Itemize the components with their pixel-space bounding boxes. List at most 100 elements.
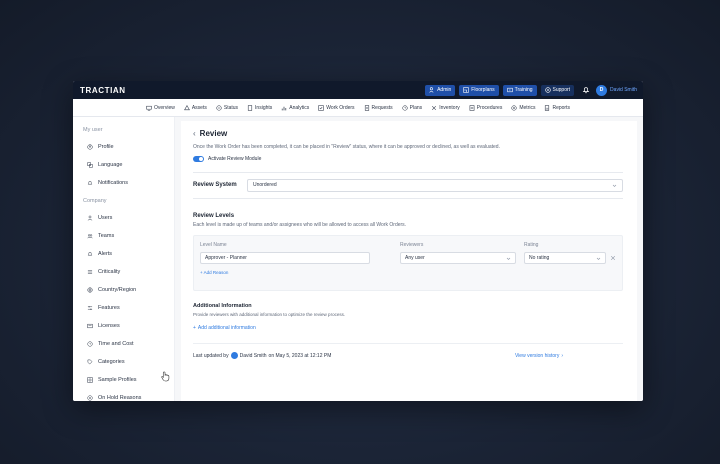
review-description: Once the Work Order has been completed, … <box>193 144 500 150</box>
sidebar-section-my-user: My user <box>83 126 103 133</box>
add-reason-link[interactable]: + Add Reason <box>200 270 616 275</box>
main-area: My user Profile Language Notifications C… <box>73 117 643 401</box>
status-icon <box>216 104 222 111</box>
level-row: Approver - Planner Any user No rating <box>200 252 616 264</box>
nav-status[interactable]: Status <box>216 105 238 111</box>
nav-requests[interactable]: Requests <box>364 105 393 111</box>
user-menu[interactable]: D David Smith <box>596 84 637 96</box>
training-icon <box>506 87 513 93</box>
clock-icon <box>87 341 93 347</box>
column-rating: Rating <box>524 242 539 248</box>
nav-procedures[interactable]: Procedures <box>469 104 502 111</box>
last-updated-footer: Last updated by David Smith on May 5, 20… <box>193 343 623 359</box>
sidebar-item-language[interactable]: Language <box>73 156 174 174</box>
monitor-icon <box>146 105 152 111</box>
plans-icon <box>402 104 408 111</box>
plus-icon: + <box>193 325 196 331</box>
column-level-name: Level Name <box>200 242 227 248</box>
review-levels-title: Review Levels <box>193 213 235 219</box>
back-chevron-icon[interactable]: ‹ <box>193 129 196 138</box>
chevron-down-icon <box>506 257 511 260</box>
inventory-icon <box>432 105 437 110</box>
sidebar-item-sample-profiles[interactable]: Sample Profiles <box>73 371 174 389</box>
toggle-label: Activate Review Module <box>208 156 262 162</box>
chevron-right-icon: › <box>561 352 563 359</box>
grid-icon <box>87 377 93 383</box>
nav-assets[interactable]: Assets <box>183 104 207 111</box>
nav-reports[interactable]: Reports <box>544 105 570 111</box>
nav-work-orders[interactable]: Work Orders <box>318 104 355 111</box>
floorplan-icon <box>463 87 469 93</box>
bell-icon <box>87 181 93 185</box>
nav-metrics[interactable]: Metrics <box>511 105 535 111</box>
teams-icon <box>87 234 93 239</box>
logo: TRACTIAN <box>80 85 126 95</box>
rating-select[interactable]: No rating <box>524 252 606 264</box>
chevron-down-icon <box>596 257 601 260</box>
support-icon <box>544 87 551 93</box>
admin-button[interactable]: Admin <box>425 84 456 96</box>
reviewers-select[interactable]: Any user <box>400 252 516 264</box>
user-name: David Smith <box>610 87 637 93</box>
profile-icon <box>87 144 93 150</box>
user-icon <box>87 215 93 221</box>
hand-cursor-icon <box>161 371 170 382</box>
review-levels-description: Each level is made up of teams and/or as… <box>193 222 407 228</box>
work-orders-icon <box>318 104 324 111</box>
nav-analytics[interactable]: Analytics <box>281 105 309 111</box>
settings-sidebar: My user Profile Language Notifications C… <box>73 117 175 401</box>
sidebar-item-profile[interactable]: Profile <box>73 138 174 156</box>
features-icon <box>87 306 93 310</box>
floorplans-button[interactable]: Floorplans <box>459 84 499 96</box>
main-nav: Overview Assets Status Insights Analytic… <box>73 99 643 117</box>
review-levels-box: Level Name Reviewers Rating Approver - P… <box>193 235 623 291</box>
remove-level-close-icon[interactable] <box>610 255 616 261</box>
top-bar: TRACTIAN Admin Floorplans Training Suppo… <box>73 81 643 99</box>
sidebar-item-users[interactable]: Users <box>73 209 174 227</box>
review-system-label: Review System <box>193 182 237 188</box>
nav-plans[interactable]: Plans <box>402 104 422 111</box>
sidebar-item-criticality[interactable]: Criticality <box>73 263 174 281</box>
additional-info-description: Provide reviewers with additional inform… <box>193 312 346 317</box>
review-system-row: Review System Unordered <box>193 178 623 192</box>
column-reviewers: Reviewers <box>400 242 424 248</box>
alert-bell-icon <box>87 252 93 256</box>
support-button[interactable]: Support <box>540 84 575 96</box>
activate-review-toggle[interactable] <box>193 156 204 162</box>
additional-info-title: Additional Information <box>193 303 252 309</box>
assets-icon <box>183 104 190 110</box>
sidebar-item-alerts[interactable]: Alerts <box>73 245 174 263</box>
nav-inventory[interactable]: Inventory <box>431 105 460 111</box>
levels-header: Level Name Reviewers Rating <box>200 242 616 248</box>
level-name-input[interactable]: Approver - Planner <box>200 252 370 264</box>
page-title: Review <box>199 129 228 138</box>
sidebar-item-licenses[interactable]: Licenses <box>73 317 174 335</box>
sidebar-item-teams[interactable]: Teams <box>73 227 174 245</box>
reports-icon <box>545 104 550 111</box>
sidebar-item-features[interactable]: Features <box>73 299 174 317</box>
list-icon <box>87 270 93 274</box>
sidebar-item-country-region[interactable]: Country/Region <box>73 281 174 299</box>
add-additional-info-link[interactable]: + Add additional information <box>193 325 623 331</box>
avatar: D <box>596 84 608 96</box>
content-area: ‹ Review Once the Work Order has been co… <box>175 117 643 401</box>
procedures-icon <box>469 104 475 111</box>
license-icon <box>87 323 93 329</box>
sidebar-item-on-hold-reasons[interactable]: On Hold Reasons <box>73 389 174 401</box>
language-icon <box>87 162 93 168</box>
user-shield-icon <box>429 87 434 93</box>
notification-bell-icon[interactable] <box>582 86 590 94</box>
review-system-select[interactable]: Unordered <box>247 178 623 192</box>
nav-overview[interactable]: Overview <box>146 105 175 111</box>
nav-insights[interactable]: Insights <box>247 105 272 111</box>
review-card: ‹ Review Once the Work Order has been co… <box>181 121 637 401</box>
metrics-icon <box>511 104 517 111</box>
view-version-history-link[interactable]: View version history › <box>515 353 563 359</box>
sidebar-item-categories[interactable]: Categories <box>73 353 174 371</box>
avatar <box>230 352 238 359</box>
training-button[interactable]: Training <box>502 84 537 96</box>
sidebar-section-company: Company <box>83 197 107 204</box>
insights-icon <box>247 104 253 111</box>
sidebar-item-time-and-cost[interactable]: Time and Cost <box>73 335 174 353</box>
sidebar-item-notifications[interactable]: Notifications <box>73 174 174 192</box>
